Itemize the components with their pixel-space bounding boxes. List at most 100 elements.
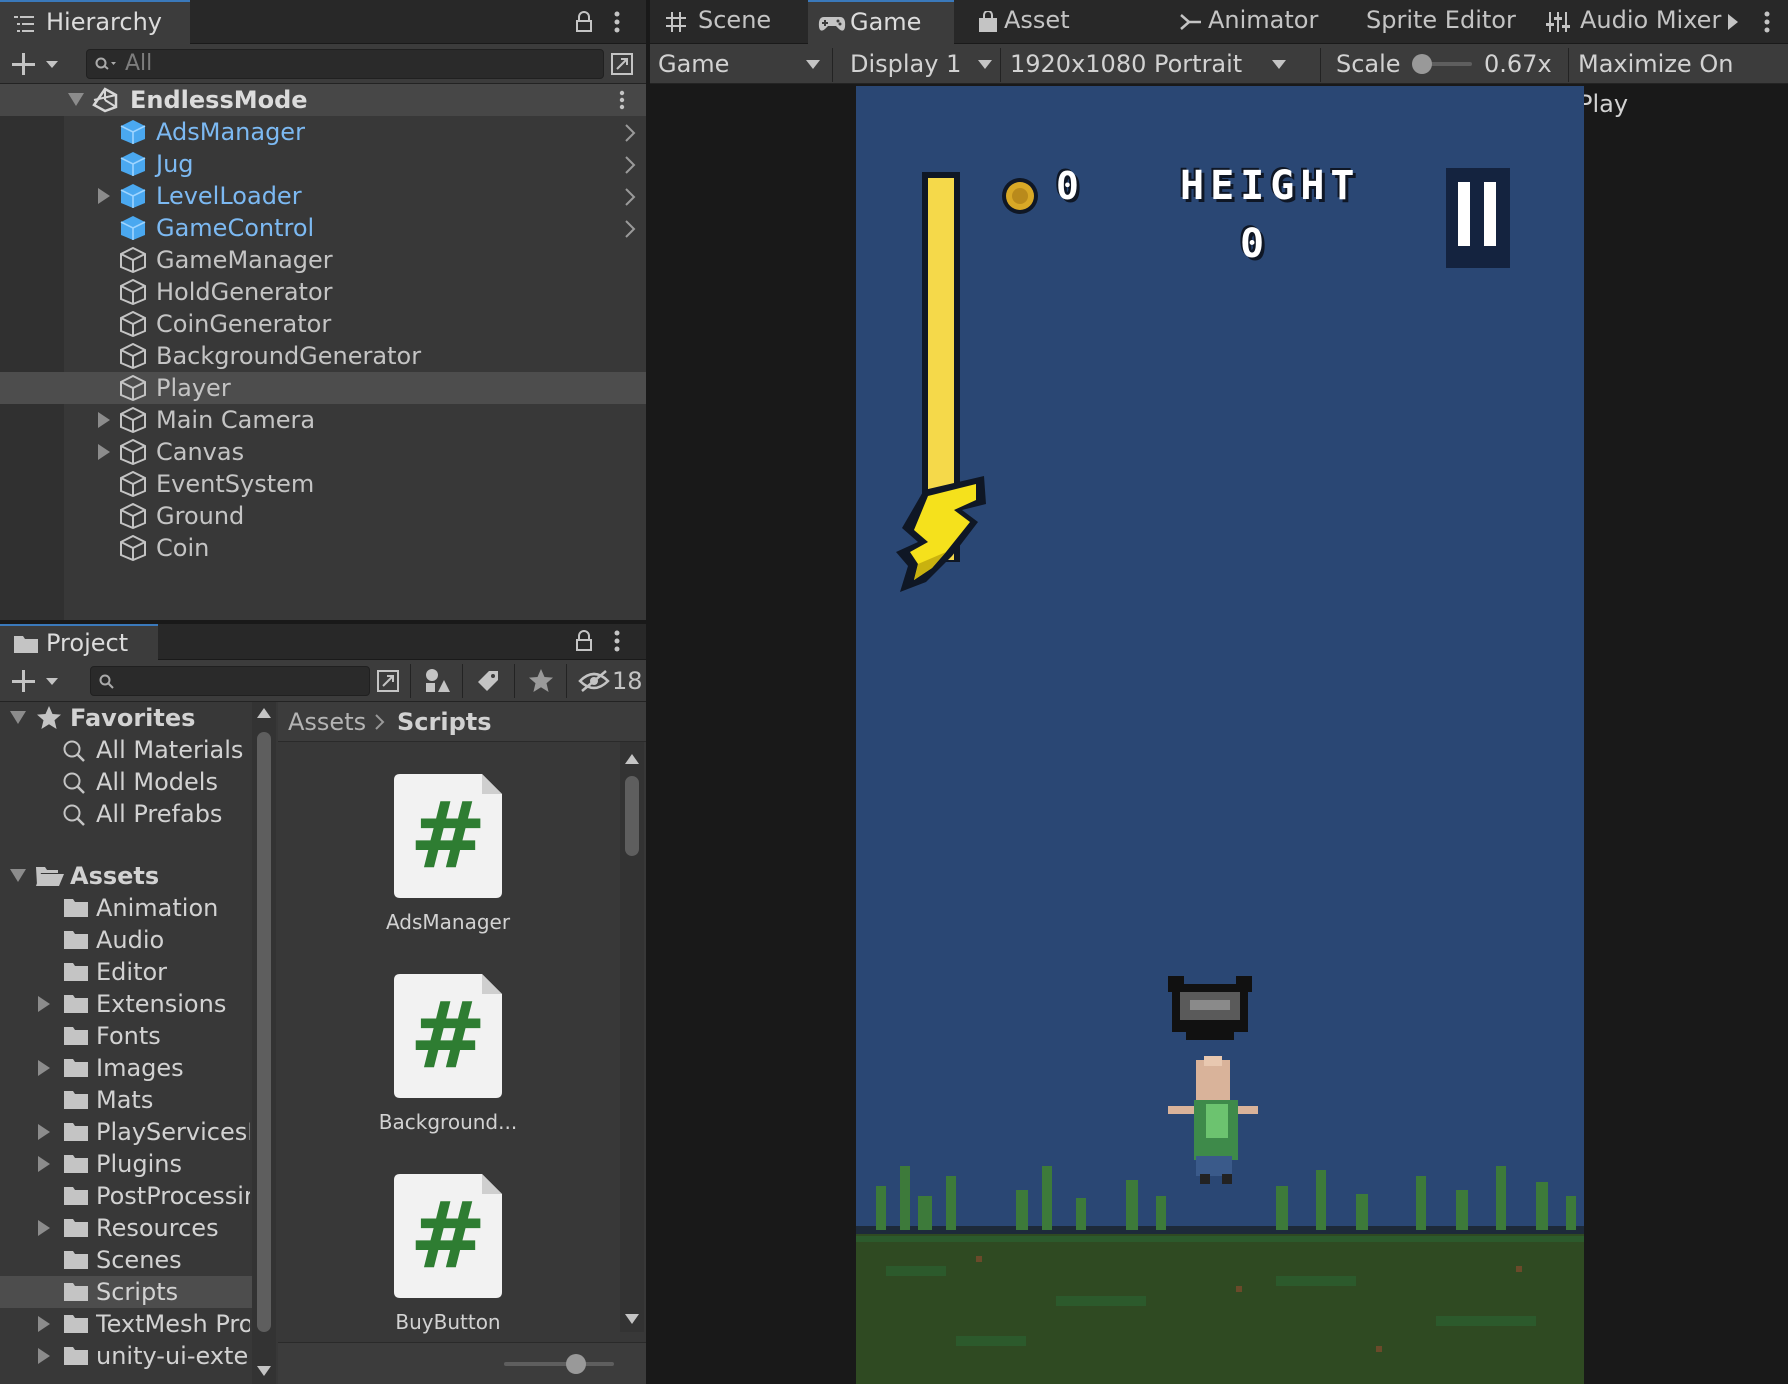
folder-expand-arrow-icon[interactable]	[38, 1124, 50, 1140]
folder-item[interactable]: Mats	[0, 1084, 252, 1116]
scale-slider-thumb[interactable]	[1412, 54, 1432, 74]
hidden-packages-icon[interactable]	[578, 670, 610, 692]
prefab-open-chevron-icon[interactable]	[624, 124, 636, 142]
tree-scrollbar[interactable]	[252, 702, 276, 1384]
hierarchy-item[interactable]: BackgroundGenerator	[0, 340, 646, 372]
project-lock-icon[interactable]	[574, 630, 594, 652]
project-search-input[interactable]	[90, 666, 370, 696]
folder-item[interactable]: TextMesh Pro	[0, 1308, 252, 1340]
folder-item[interactable]: Images	[0, 1052, 252, 1084]
breadcrumb-scripts[interactable]: Scripts	[397, 702, 492, 742]
project-open-window-icon[interactable]	[376, 669, 400, 693]
hierarchy-item[interactable]: Jug	[0, 148, 646, 180]
folder-item[interactable]: PostProcessir	[0, 1180, 252, 1212]
hierarchy-item[interactable]: GameControl	[0, 212, 646, 244]
folder-item[interactable]: Scripts	[0, 1276, 252, 1308]
tab-sprite-editor[interactable]: Sprite Editor	[1366, 0, 1516, 44]
hierarchy-item[interactable]: GameManager	[0, 244, 646, 276]
favorites-expand-arrow-icon[interactable]	[10, 711, 26, 725]
expand-arrow-icon[interactable]	[98, 412, 110, 428]
folder-item[interactable]: Editor	[0, 956, 252, 988]
tree-scroll-up-icon[interactable]	[257, 708, 271, 718]
hierarchy-item[interactable]: HoldGenerator	[0, 276, 646, 308]
tab-scene[interactable]: Scene	[650, 0, 808, 44]
expand-arrow-icon[interactable]	[98, 444, 110, 460]
folder-expand-arrow-icon[interactable]	[38, 1220, 50, 1236]
content-scroll-down-icon[interactable]	[625, 1314, 639, 1324]
script-file-tile[interactable]: # Background...	[278, 974, 618, 1164]
lock-icon[interactable]	[574, 11, 594, 33]
folder-expand-arrow-icon[interactable]	[38, 1316, 50, 1332]
folder-item[interactable]: Scenes	[0, 1244, 252, 1276]
prefab-open-chevron-icon[interactable]	[624, 188, 636, 206]
hierarchy-item[interactable]: Player	[0, 372, 646, 404]
folder-item[interactable]: Animation	[0, 892, 252, 924]
tab-game[interactable]: Game	[808, 0, 954, 44]
tabs-overflow-arrow-icon[interactable]	[1728, 14, 1738, 30]
script-file-tile[interactable]: # BuyButton	[278, 1174, 618, 1364]
game-kebab-icon[interactable]	[1764, 11, 1770, 33]
folder-item[interactable]: Extensions	[0, 988, 252, 1020]
tab-asset-store[interactable]: Asset Store	[968, 0, 1138, 78]
assets-expand-arrow-icon[interactable]	[10, 869, 26, 883]
folder-expand-arrow-icon[interactable]	[38, 1060, 50, 1076]
display-dropdown[interactable]: Display 1	[834, 44, 996, 84]
folder-item[interactable]: Fonts	[0, 1020, 252, 1052]
assets-header[interactable]: Assets	[0, 860, 252, 892]
hierarchy-item[interactable]: Main Camera	[0, 404, 646, 436]
kebab-menu-icon[interactable]	[614, 11, 620, 33]
tree-scroll-thumb[interactable]	[257, 732, 271, 1332]
hierarchy-search-input[interactable]: All	[86, 49, 604, 79]
scene-header-row[interactable]: EndlessMode	[0, 84, 646, 116]
tab-animator[interactable]: Animator	[1180, 0, 1330, 44]
resolution-dropdown[interactable]: 1920x1080 Portrait	[1002, 44, 1294, 84]
folder-expand-arrow-icon[interactable]	[38, 996, 50, 1012]
favorite-star-icon[interactable]	[528, 668, 554, 694]
folder-expand-arrow-icon[interactable]	[38, 1348, 50, 1364]
favorite-item[interactable]: All Materials	[0, 734, 252, 766]
icon-size-slider-thumb[interactable]	[566, 1354, 586, 1374]
hierarchy-item[interactable]: LevelLoader	[0, 180, 646, 212]
favorite-item[interactable]: All Prefabs	[0, 798, 252, 830]
hierarchy-item[interactable]: EventSystem	[0, 468, 646, 500]
favorite-item[interactable]: All Models	[0, 766, 252, 798]
hierarchy-item[interactable]: Coin	[0, 532, 646, 564]
hierarchy-item[interactable]: Canvas	[0, 436, 646, 468]
script-file-tile[interactable]: # AdsManager	[278, 774, 618, 964]
game-canvas[interactable]: 0 HEIGHT 0	[856, 86, 1584, 1384]
tab-project[interactable]: Project	[0, 624, 158, 660]
folder-item[interactable]: PlayServicesI	[0, 1116, 252, 1148]
project-panel: Project 18 Favorites All Materials All M…	[0, 624, 646, 1384]
add-dropdown-button[interactable]	[12, 52, 64, 76]
expand-arrow-icon[interactable]	[68, 93, 84, 107]
tree-scroll-down-icon[interactable]	[257, 1366, 271, 1376]
tab-hierarchy[interactable]: Hierarchy	[0, 0, 190, 44]
folder-item[interactable]: Plugins	[0, 1148, 252, 1180]
filter-by-label-icon[interactable]	[476, 669, 500, 693]
hierarchy-item[interactable]: AdsManager	[0, 116, 646, 148]
content-scroll-thumb[interactable]	[625, 776, 639, 856]
content-scrollbar[interactable]	[620, 742, 644, 1332]
tab-audio-mixer[interactable]: Audio Mixer	[1546, 0, 1732, 44]
pause-button-icon[interactable]	[1446, 168, 1510, 268]
favorites-header[interactable]: Favorites	[0, 702, 252, 734]
filter-by-type-icon[interactable]	[424, 668, 450, 694]
prefab-open-chevron-icon[interactable]	[624, 156, 636, 174]
prefab-open-chevron-icon[interactable]	[624, 220, 636, 238]
maximize-on-play-toggle[interactable]: Maximize On Play	[1578, 44, 1788, 124]
folder-expand-arrow-icon[interactable]	[38, 1156, 50, 1172]
folder-item[interactable]: unity-ui-exter	[0, 1340, 252, 1372]
open-window-icon[interactable]	[610, 52, 634, 76]
scene-kebab-icon[interactable]	[619, 90, 625, 110]
hierarchy-item[interactable]: CoinGenerator	[0, 308, 646, 340]
project-add-button[interactable]	[12, 669, 64, 693]
folder-item[interactable]: Resources	[0, 1212, 252, 1244]
hierarchy-item[interactable]: Ground	[0, 500, 646, 532]
expand-arrow-icon[interactable]	[98, 188, 110, 204]
folder-item[interactable]: Audio	[0, 924, 252, 956]
content-scroll-up-icon[interactable]	[625, 754, 639, 764]
breadcrumb-assets[interactable]: Assets	[288, 702, 366, 742]
icon-size-slider-track[interactable]	[504, 1362, 614, 1366]
project-kebab-icon[interactable]	[614, 630, 620, 652]
game-view-dropdown[interactable]: Game	[650, 44, 828, 84]
